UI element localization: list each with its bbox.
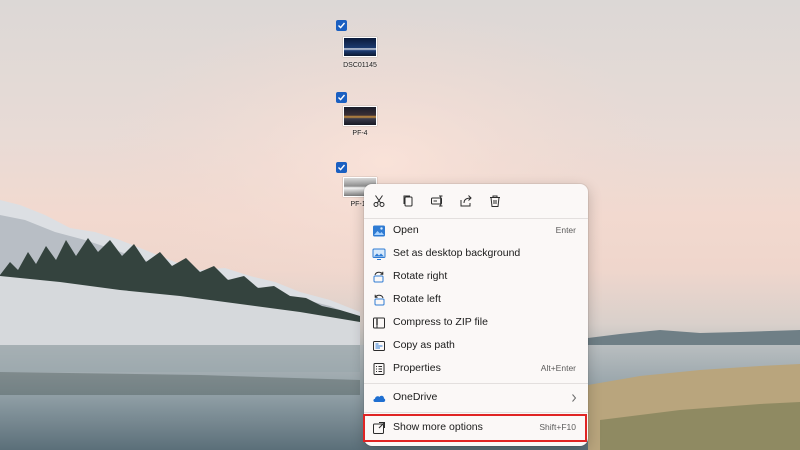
menu-item-rotate-left[interactable]: Rotate left — [364, 289, 588, 311]
rename-button[interactable] — [428, 192, 446, 210]
desktop-icon-file[interactable]: PF-4 — [330, 92, 390, 144]
selection-checkbox[interactable] — [336, 162, 347, 173]
desktop-icon-label: PF-4 — [352, 130, 368, 137]
copy-path-icon — [373, 341, 385, 351]
cut-icon — [373, 195, 385, 207]
image-icon — [373, 225, 385, 237]
share-icon — [460, 195, 472, 207]
onedrive-cloud-icon — [373, 395, 386, 402]
delete-button[interactable] — [486, 192, 504, 210]
highlight-annotation-box — [363, 414, 587, 442]
menu-item-label: Set as desktop background — [393, 247, 521, 259]
menu-item-label: Compress to ZIP file — [393, 316, 488, 328]
menu-item-properties[interactable]: Properties Alt+Enter — [364, 358, 588, 380]
desktop-icon-file[interactable]: DSC01145 — [330, 20, 390, 72]
menu-item-set-desktop-background[interactable]: Set as desktop background — [364, 243, 588, 265]
menu-item-label: Copy as path — [393, 339, 455, 351]
menu-item-rotate-right[interactable]: Rotate right — [364, 266, 588, 288]
delete-icon — [490, 195, 500, 207]
menu-item-label: Open — [393, 224, 419, 236]
copy-icon — [403, 195, 413, 207]
menu-item-compress-zip[interactable]: Compress to ZIP file — [364, 312, 588, 334]
chevron-right-icon — [572, 394, 577, 402]
copy-button[interactable] — [399, 192, 417, 210]
menu-item-label: Rotate left — [393, 293, 441, 305]
menu-divider — [364, 218, 588, 219]
rename-icon — [431, 195, 443, 207]
context-menu-toolbar — [364, 184, 588, 216]
selection-checkbox[interactable] — [336, 92, 347, 103]
menu-item-shortcut: Enter — [555, 225, 576, 235]
desktop-icon-label: DSC01145 — [343, 62, 377, 69]
menu-item-onedrive[interactable]: OneDrive — [364, 387, 588, 409]
context-menu: Open Enter Set as desktop background Rot… — [364, 184, 588, 446]
menu-item-copy-as-path[interactable]: Copy as path — [364, 335, 588, 357]
properties-icon — [373, 363, 385, 375]
menu-item-open[interactable]: Open Enter — [364, 220, 588, 242]
share-button[interactable] — [457, 192, 475, 210]
rotate-left-icon — [374, 294, 385, 306]
menu-divider — [364, 412, 588, 413]
rotate-right-icon — [373, 271, 384, 283]
zip-folder-icon — [373, 317, 385, 329]
menu-item-label: Properties — [393, 362, 441, 374]
selection-checkbox[interactable] — [336, 20, 347, 31]
image-thumbnail — [343, 37, 377, 57]
menu-divider — [364, 383, 588, 384]
desktop-background-icon — [372, 248, 386, 260]
menu-item-label: Rotate right — [393, 270, 448, 282]
menu-item-shortcut: Alt+Enter — [540, 363, 576, 373]
menu-item-label: OneDrive — [393, 391, 438, 403]
image-thumbnail — [343, 106, 377, 126]
cut-button[interactable] — [370, 192, 388, 210]
